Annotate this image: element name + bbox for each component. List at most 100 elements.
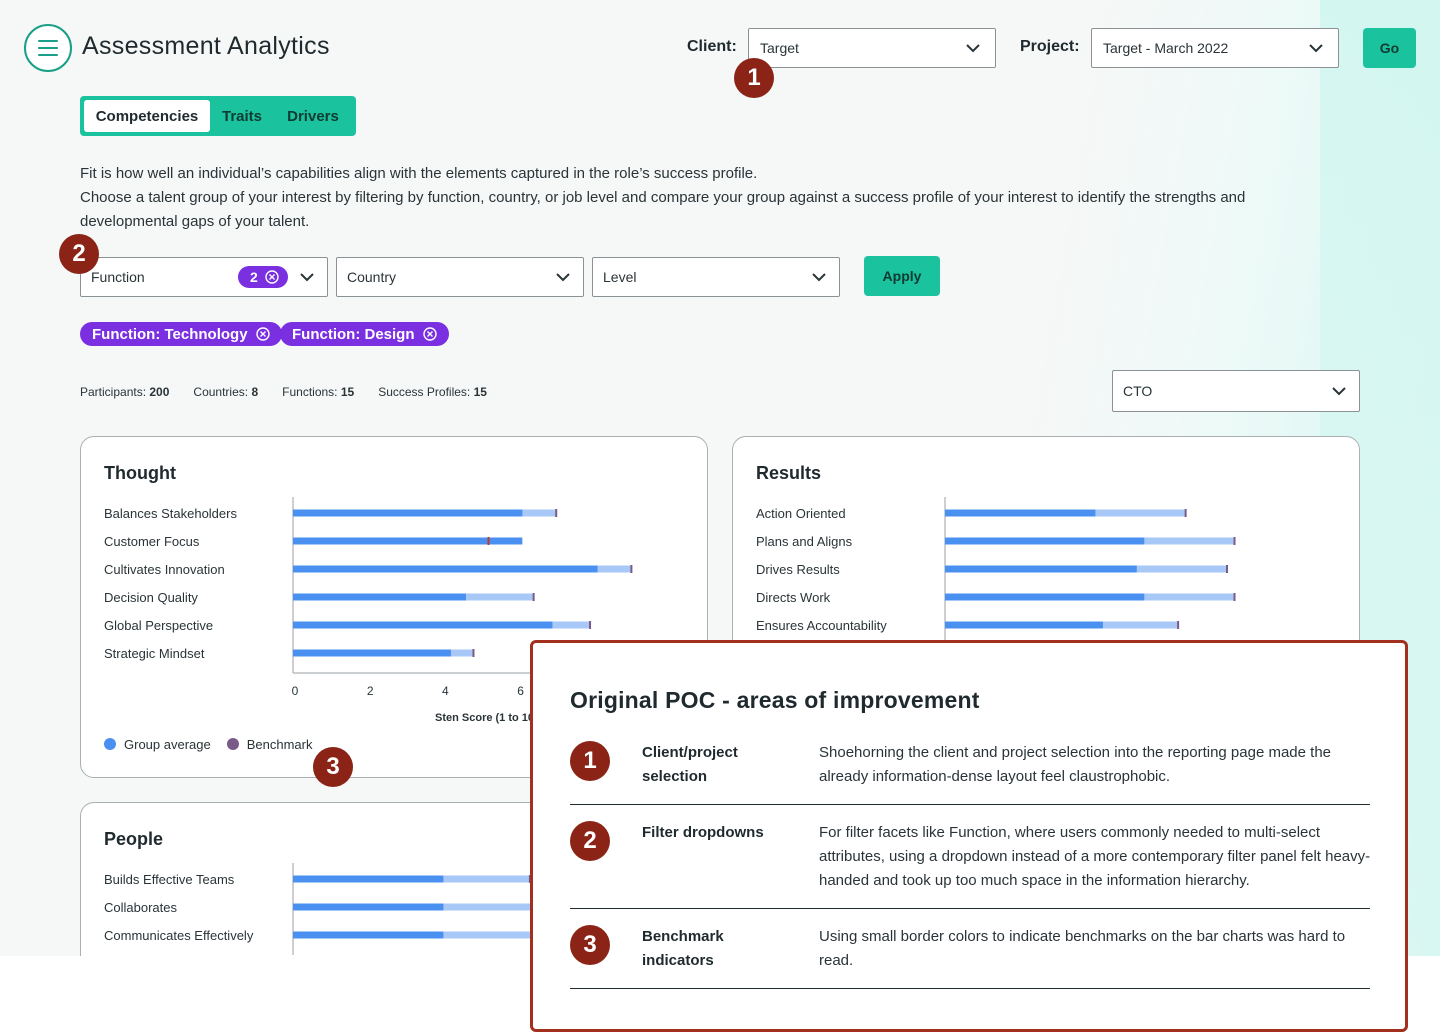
- success-profile-select[interactable]: CTO: [1112, 370, 1360, 412]
- benchmark-marker: [630, 565, 633, 573]
- annotation-badge-3: 3: [313, 747, 353, 787]
- note-badge: 2: [570, 821, 610, 861]
- note-text: For filter facets like Function, where u…: [819, 824, 1371, 889]
- group-average-bar: [945, 593, 1145, 601]
- x-tick-label: 0: [292, 684, 299, 698]
- clear-circle-icon[interactable]: [265, 270, 279, 284]
- note-badge: 3: [570, 925, 610, 965]
- category-label: Global Perspective: [104, 618, 213, 633]
- function-filter-label: Function: [91, 269, 145, 285]
- chevron-down-icon: [812, 273, 826, 282]
- function-filter[interactable]: Function: [80, 257, 328, 297]
- summary-stats: Participants: 200 Countries: 8 Functions…: [80, 385, 487, 399]
- annotation-badge-1: 1: [734, 58, 774, 98]
- app-title: Assessment Analytics: [82, 32, 330, 60]
- country-filter[interactable]: Country: [336, 257, 584, 297]
- group-average-bar: [293, 593, 466, 601]
- category-label: Action Oriented: [756, 506, 846, 521]
- legend-group-average: Group average: [104, 737, 211, 752]
- project-select-value: Target - March 2022: [1103, 40, 1229, 56]
- legend-benchmark: Benchmark: [226, 737, 312, 752]
- intro-line-2: Choose a talent group of your interest b…: [80, 189, 1246, 230]
- category-label: Builds Effective Teams: [104, 872, 235, 887]
- intro-line-1: Fit is how well an individual’s capabili…: [80, 165, 758, 182]
- group-average-bar: [293, 931, 444, 939]
- benchmark-marker: [1177, 621, 1180, 629]
- chevron-down-icon: [556, 273, 570, 282]
- category-label: Customer Focus: [104, 534, 200, 549]
- filter-tag-technology[interactable]: Function: Technology: [80, 322, 282, 346]
- note-row: 2 Filter dropdowns For filter facets lik…: [570, 821, 1370, 909]
- chart-legend: Group average Benchmark: [104, 737, 312, 752]
- go-button[interactable]: Go: [1363, 28, 1416, 68]
- note-text: Using small border colors to indicate be…: [819, 928, 1346, 969]
- benchmark-marker: [1233, 537, 1236, 545]
- chevron-down-icon: [1309, 44, 1323, 53]
- success-profile-value: CTO: [1123, 383, 1153, 399]
- note-heading: Filter dropdowns: [642, 824, 764, 841]
- intro-text: Fit is how well an individual’s capabili…: [80, 162, 1340, 234]
- stat-participants: Participants: 200: [80, 385, 170, 399]
- stat-functions: Functions: 15: [282, 385, 355, 399]
- annotation-badge-2: 2: [59, 234, 99, 274]
- group-average-bar: [945, 565, 1137, 573]
- improvement-notes-panel: Original POC - areas of improvement 1 Cl…: [530, 640, 1408, 1032]
- note-heading: Client/project selection: [642, 744, 738, 785]
- group-average-bar: [945, 509, 1096, 517]
- benchmark-marker: [589, 621, 592, 629]
- group-average-bar: [293, 565, 598, 573]
- chevron-down-icon: [966, 44, 980, 53]
- x-tick-label: 2: [367, 684, 374, 698]
- tab-competencies[interactable]: Competencies: [84, 100, 210, 132]
- group-average-bar: [293, 509, 523, 517]
- category-label: Decision Quality: [104, 590, 198, 605]
- filter-tag-design[interactable]: Function: Design: [280, 322, 449, 346]
- note-badge: 1: [570, 741, 610, 781]
- group-average-bar: [945, 537, 1145, 545]
- hamburger-menu-icon[interactable]: [24, 24, 72, 72]
- tab-traits[interactable]: Traits: [210, 100, 274, 132]
- group-average-bar: [945, 621, 1103, 629]
- note-row: 1 Client/project selection Shoehorning t…: [570, 741, 1370, 805]
- category-label: Communicates Effectively: [104, 928, 254, 943]
- x-axis-title: Sten Score (1 to 10): [435, 712, 538, 724]
- category-label: Collaborates: [104, 900, 177, 915]
- category-label: Plans and Aligns: [756, 534, 853, 549]
- panel-title: Original POC - areas of improvement: [570, 687, 980, 713]
- benchmark-marker: [1226, 565, 1228, 573]
- x-tick-label: 4: [442, 684, 449, 698]
- group-average-bar: [293, 903, 444, 911]
- category-label: Directs Work: [756, 590, 831, 605]
- note-row: 3 Benchmark indicators Using small borde…: [570, 925, 1370, 989]
- project-label: Project:: [1020, 38, 1080, 55]
- remove-tag-icon[interactable]: [255, 327, 270, 341]
- note-text: Shoehorning the client and project selec…: [819, 744, 1332, 785]
- client-label: Client:: [687, 38, 737, 55]
- benchmark-marker: [487, 537, 490, 545]
- country-filter-label: Country: [347, 269, 397, 285]
- category-label: Drives Results: [756, 562, 840, 577]
- apply-button[interactable]: Apply: [864, 256, 940, 296]
- project-select[interactable]: Target - March 2022: [1091, 28, 1339, 68]
- category-label: Ensures Accountability: [756, 618, 887, 633]
- benchmark-marker: [532, 593, 535, 601]
- stat-success-profiles: Success Profiles: 15: [378, 385, 487, 399]
- stat-countries: Countries: 8: [193, 385, 259, 399]
- note-heading: Benchmark indicators: [642, 928, 724, 969]
- category-label: Cultivates Innovation: [104, 562, 225, 577]
- client-select-value: Target: [760, 40, 799, 56]
- category-label: Strategic Mindset: [104, 646, 205, 661]
- remove-tag-icon[interactable]: [422, 327, 437, 341]
- level-filter[interactable]: Level: [592, 257, 840, 297]
- group-average-bar: [293, 649, 451, 657]
- benchmark-marker: [1184, 509, 1187, 517]
- filter-tag-label: Function: Design: [292, 325, 415, 343]
- group-average-bar: [293, 875, 444, 883]
- level-filter-label: Level: [603, 269, 637, 285]
- benchmark-marker: [555, 509, 558, 517]
- tab-drivers[interactable]: Drivers: [274, 100, 352, 132]
- function-count-pill[interactable]: 2: [238, 266, 288, 288]
- client-select[interactable]: Target: [748, 28, 996, 68]
- view-tabs: Competencies Traits Drivers: [80, 96, 356, 136]
- category-label: Balances Stakeholders: [104, 506, 237, 521]
